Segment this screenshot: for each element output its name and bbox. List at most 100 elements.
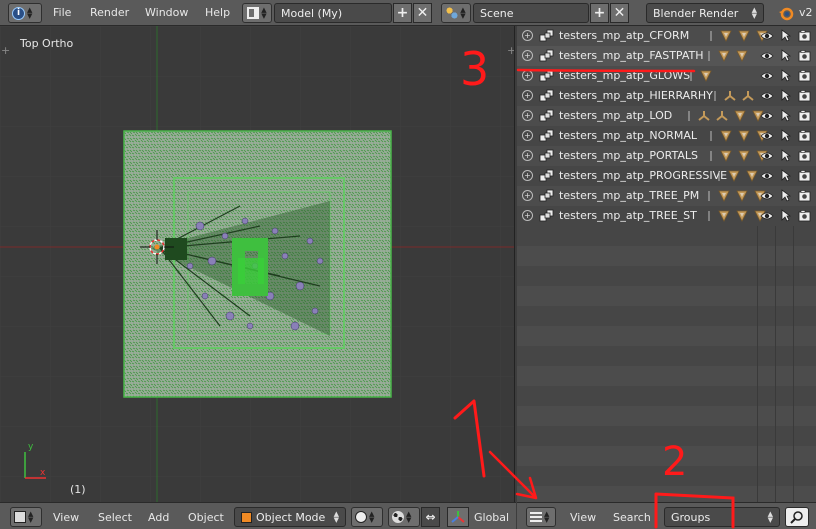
mesh-data-icon[interactable]	[717, 189, 731, 206]
render-engine-dropdown[interactable]: Blender Render ▲ ▼	[646, 3, 764, 23]
render-camera-icon[interactable]	[798, 170, 811, 185]
expand-icon[interactable]: +	[522, 30, 533, 41]
scene-browse-button[interactable]: ▲ ▼	[441, 3, 471, 23]
render-camera-icon[interactable]	[798, 110, 811, 125]
add-screen-button[interactable]: +	[393, 3, 412, 23]
visibility-eye-icon[interactable]	[760, 70, 774, 85]
remove-scene-button[interactable]: ✕	[610, 3, 629, 23]
menu-render[interactable]: Render	[90, 6, 129, 19]
empty-object-icon[interactable]	[697, 109, 711, 126]
outliner-row[interactable]: + testers_mp_atp_TREE_ST	[517, 206, 816, 226]
empty-object-icon[interactable]	[723, 89, 737, 106]
outliner-row[interactable]: + testers_mp_atp_NORMAL	[517, 126, 816, 146]
render-camera-icon[interactable]	[798, 150, 811, 165]
add-scene-button[interactable]: +	[590, 3, 609, 23]
viewport-shading-dropdown[interactable]: ▲ ▼	[351, 507, 383, 527]
orientation-label[interactable]: Global	[474, 511, 509, 524]
selectable-cursor-icon[interactable]	[781, 129, 792, 145]
visibility-eye-icon[interactable]	[760, 90, 774, 105]
editor-type-button[interactable]: ▲ ▼	[10, 507, 42, 527]
render-camera-icon[interactable]	[798, 90, 811, 105]
editor-type-button[interactable]: ▲ ▼	[526, 507, 556, 527]
outliner-row[interactable]: + testers_mp_atp_PROGRESSIVE	[517, 166, 816, 186]
expand-icon[interactable]: +	[522, 210, 533, 221]
outliner-panel[interactable]: + testers_mp_atp_CFORM + testers_mp_atp_FAS…	[517, 26, 816, 502]
selectable-cursor-icon[interactable]	[781, 89, 792, 105]
menu-search[interactable]: Search	[613, 511, 651, 524]
transform-manipulator-button[interactable]	[447, 507, 469, 527]
visibility-eye-icon[interactable]	[760, 170, 774, 185]
render-camera-icon[interactable]	[798, 210, 811, 225]
outliner-row[interactable]: + testers_mp_atp_FASTPATH	[517, 46, 816, 66]
menu-window[interactable]: Window	[145, 6, 188, 19]
mesh-data-icon[interactable]	[735, 209, 749, 226]
visibility-eye-icon[interactable]	[760, 50, 774, 65]
empty-object-icon[interactable]	[741, 89, 755, 106]
mesh-data-icon[interactable]	[745, 169, 759, 186]
render-camera-icon[interactable]	[798, 50, 811, 65]
visibility-eye-icon[interactable]	[760, 210, 774, 225]
mode-dropdown[interactable]: Object Mode ▲ ▼	[234, 507, 346, 527]
selectable-cursor-icon[interactable]	[781, 49, 792, 65]
pivot-point-dropdown[interactable]: ▲ ▼	[388, 507, 420, 527]
expand-icon[interactable]: +	[522, 110, 533, 121]
outliner-row[interactable]: + testers_mp_atp_PORTALS	[517, 146, 816, 166]
empty-object-icon[interactable]	[715, 109, 729, 126]
menu-view[interactable]: View	[570, 511, 596, 524]
menu-object[interactable]: Object	[188, 511, 224, 524]
expand-icon[interactable]: +	[522, 150, 533, 161]
outliner-row[interactable]: + testers_mp_atp_GLOWS	[517, 66, 816, 86]
expand-icon[interactable]: +	[522, 70, 533, 81]
search-button[interactable]	[785, 507, 809, 527]
selectable-cursor-icon[interactable]	[781, 149, 792, 165]
menu-view[interactable]: View	[53, 511, 79, 524]
visibility-eye-icon[interactable]	[760, 30, 774, 45]
menu-file[interactable]: File	[53, 6, 71, 19]
selectable-cursor-icon[interactable]	[781, 209, 792, 225]
expand-icon[interactable]: +	[522, 170, 533, 181]
screen-layout-field[interactable]: Model (My)	[274, 3, 392, 23]
mesh-data-icon[interactable]	[719, 129, 733, 146]
visibility-eye-icon[interactable]	[760, 110, 774, 125]
mesh-data-icon[interactable]	[699, 69, 713, 86]
render-camera-icon[interactable]	[798, 190, 811, 205]
manipulator-toggle[interactable]: ⇔	[421, 507, 440, 527]
selectable-cursor-icon[interactable]	[781, 189, 792, 205]
screen-layout-button[interactable]: ▲ ▼	[242, 3, 272, 23]
outliner-row[interactable]: + testers_mp_atp_TREE_PM	[517, 186, 816, 206]
selectable-cursor-icon[interactable]	[781, 69, 792, 85]
selectable-cursor-icon[interactable]	[781, 29, 792, 45]
render-camera-icon[interactable]	[798, 70, 811, 85]
render-camera-icon[interactable]	[798, 130, 811, 145]
mesh-data-icon[interactable]	[717, 49, 731, 66]
expand-icon[interactable]: +	[522, 190, 533, 201]
scene-model[interactable]	[123, 130, 392, 398]
mesh-data-icon[interactable]	[737, 149, 751, 166]
remove-screen-button[interactable]: ✕	[413, 3, 432, 23]
mesh-data-icon[interactable]	[735, 189, 749, 206]
selectable-cursor-icon[interactable]	[781, 109, 792, 125]
expand-icon[interactable]: +	[522, 90, 533, 101]
menu-add[interactable]: Add	[148, 511, 169, 524]
outliner-row[interactable]: + testers_mp_atp_LOD	[517, 106, 816, 126]
expand-icon[interactable]: +	[522, 50, 533, 61]
visibility-eye-icon[interactable]	[760, 150, 774, 165]
scene-field[interactable]: Scene	[473, 3, 589, 23]
outliner-row[interactable]: + testers_mp_atp_CFORM	[517, 26, 816, 46]
selectable-cursor-icon[interactable]	[781, 169, 792, 185]
expand-icon[interactable]: +	[522, 130, 533, 141]
outliner-row[interactable]: + testers_mp_atp_HIERRARHY	[517, 86, 816, 106]
display-mode-dropdown[interactable]: Groups ▲ ▼	[664, 507, 780, 527]
menu-select[interactable]: Select	[98, 511, 132, 524]
visibility-eye-icon[interactable]	[760, 130, 774, 145]
mesh-data-icon[interactable]	[737, 129, 751, 146]
mesh-data-icon[interactable]	[727, 169, 741, 186]
editor-type-button[interactable]: i ▲ ▼	[8, 3, 42, 23]
mesh-data-icon[interactable]	[719, 29, 733, 46]
mesh-data-icon[interactable]	[719, 149, 733, 166]
visibility-eye-icon[interactable]	[760, 190, 774, 205]
menu-help[interactable]: Help	[205, 6, 230, 19]
mesh-data-icon[interactable]	[737, 29, 751, 46]
mesh-data-icon[interactable]	[735, 49, 749, 66]
mesh-data-icon[interactable]	[733, 109, 747, 126]
